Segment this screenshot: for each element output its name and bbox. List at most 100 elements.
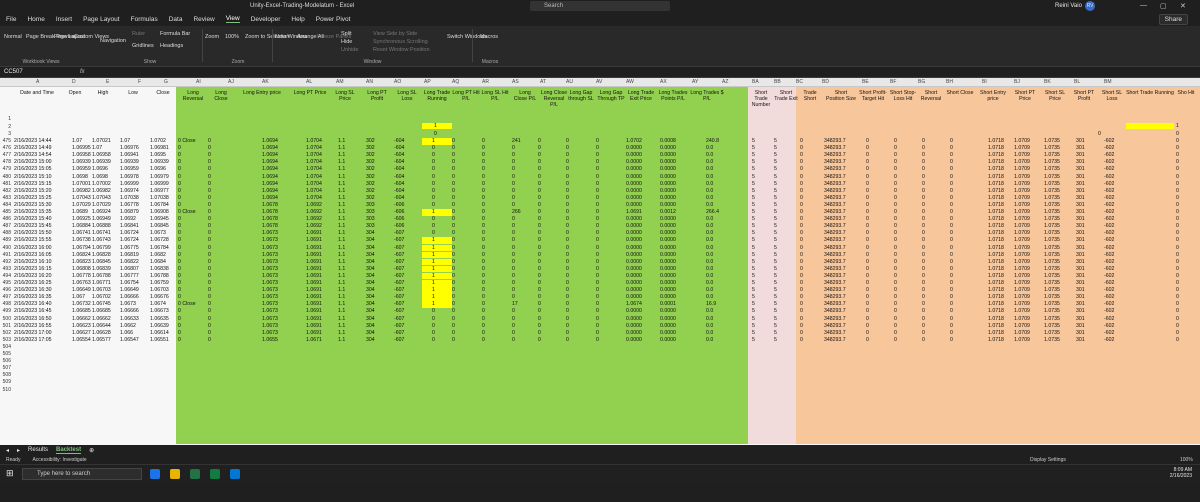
table-cell[interactable]: 5 — [752, 195, 755, 201]
table-cell[interactable]: 1.06925 — [72, 216, 91, 222]
table-cell[interactable]: -602 — [1104, 230, 1114, 236]
table-cell[interactable]: 1.0709 — [1014, 174, 1030, 180]
table-cell[interactable]: 0.0 — [706, 273, 713, 279]
table-cell[interactable]: 1.0694 — [262, 159, 278, 165]
table-cell[interactable]: 348293.7 — [824, 337, 846, 343]
table-cell[interactable]: -602 — [1104, 266, 1114, 272]
column-header[interactable]: BB — [774, 79, 781, 85]
table-cell[interactable]: 0 — [538, 337, 541, 343]
table-cell[interactable]: 0.0 — [706, 152, 713, 158]
table-cell[interactable]: 304 — [366, 323, 375, 329]
table-cell[interactable]: 0 — [566, 237, 569, 243]
table-cell[interactable]: 1.0709 — [1014, 316, 1030, 322]
table-cell[interactable]: 301 — [1076, 323, 1085, 329]
table-cell[interactable]: 304 — [366, 245, 375, 251]
cell[interactable]: 0 — [1098, 131, 1101, 137]
table-cell[interactable]: 1.06724 — [120, 237, 139, 243]
table-cell[interactable]: 1.0678 — [262, 223, 278, 229]
table-cell[interactable]: 5 — [774, 266, 777, 272]
table-cell[interactable]: 0.0000 — [660, 223, 676, 229]
table-cell[interactable]: 1.06799 — [92, 245, 111, 251]
table-cell[interactable]: 0 — [800, 195, 803, 201]
table-cell[interactable]: 0 — [208, 323, 211, 329]
table-cell[interactable]: 301 — [1076, 294, 1085, 300]
table-cell[interactable]: 0 — [866, 202, 869, 208]
menu-help[interactable]: Help — [291, 16, 304, 23]
table-cell[interactable]: 348293.7 — [824, 209, 846, 215]
formula-bar-checkbox[interactable]: Formula Bar — [160, 31, 190, 37]
table-cell[interactable]: 0 — [452, 145, 455, 151]
header-short-trade-running[interactable]: Short Trade Running — [1126, 90, 1174, 96]
macros-button[interactable]: Macros — [480, 34, 498, 40]
table-cell[interactable]: -602 — [1104, 280, 1114, 286]
table-cell[interactable]: 0 — [538, 152, 541, 158]
table-cell[interactable]: 0 — [596, 166, 599, 172]
table-cell[interactable]: 0 — [208, 287, 211, 293]
table-cell[interactable]: 0.0000 — [660, 252, 676, 258]
table-cell[interactable]: 0 — [538, 252, 541, 258]
row-number[interactable]: 496 — [0, 287, 11, 293]
excel-icon[interactable] — [190, 469, 200, 479]
table-cell[interactable]: 1.0735 — [1044, 308, 1060, 314]
column-header[interactable]: BC — [796, 79, 803, 85]
table-cell[interactable]: -602 — [1104, 323, 1114, 329]
table-cell[interactable]: 0 — [866, 308, 869, 314]
table-cell[interactable]: 301 — [1076, 223, 1085, 229]
table-cell[interactable]: 0 — [894, 287, 897, 293]
table-cell[interactable]: 304 — [366, 316, 375, 322]
table-cell[interactable]: 1.06888 — [92, 223, 111, 229]
table-cell[interactable]: 0 — [178, 202, 181, 208]
table-cell[interactable]: 0 — [1176, 181, 1179, 187]
header-long-trade-exit[interactable]: Long Trade Exit Price — [626, 90, 656, 102]
cell[interactable]: 0 — [434, 131, 437, 137]
table-cell[interactable]: 1.1 — [338, 159, 345, 165]
table-cell[interactable]: 1.0718 — [988, 259, 1004, 265]
table-cell[interactable]: 1.0704 — [306, 195, 322, 201]
table-cell[interactable]: 302 — [366, 152, 375, 158]
table-cell[interactable]: 348293.7 — [824, 266, 846, 272]
table-cell[interactable]: 0 — [432, 166, 435, 172]
table-cell[interactable]: 0 — [922, 259, 925, 265]
table-cell[interactable]: 0 — [1176, 174, 1179, 180]
table-cell[interactable]: 0 — [950, 245, 953, 251]
table-cell[interactable]: 0 — [566, 202, 569, 208]
table-cell[interactable]: 1.0735 — [1044, 166, 1060, 172]
table-cell[interactable]: 0 — [538, 188, 541, 194]
table-cell[interactable]: 304 — [366, 294, 375, 300]
table-cell[interactable]: 1.06999 — [150, 181, 169, 187]
table-cell[interactable]: 1.06666 — [120, 308, 139, 314]
table-cell[interactable]: 1.0735 — [1044, 287, 1060, 293]
table-cell[interactable]: 2/16/2023 16:40 — [14, 301, 52, 307]
table-cell[interactable]: 301 — [1076, 259, 1085, 265]
table-cell[interactable]: 0 — [178, 273, 181, 279]
table-cell[interactable]: 304 — [366, 330, 375, 336]
table-cell[interactable]: 0 — [482, 237, 485, 243]
table-cell[interactable]: 348293.7 — [824, 216, 846, 222]
table-cell[interactable]: 301 — [1076, 308, 1085, 314]
table-cell[interactable]: 0.0000 — [626, 259, 642, 265]
table-cell[interactable]: 1.0704 — [306, 174, 322, 180]
table-cell[interactable]: 1.06995 — [72, 145, 91, 151]
table-cell[interactable]: 1.06908 — [150, 209, 169, 215]
table-cell[interactable]: 1.0694 — [262, 195, 278, 201]
user-name[interactable]: Reini Vaio — [1055, 3, 1082, 9]
table-cell[interactable]: 0 — [894, 308, 897, 314]
column-header[interactable]: BA — [752, 79, 759, 85]
table-cell[interactable]: 1.0691 — [306, 301, 322, 307]
table-cell[interactable]: 1.0692 — [120, 216, 136, 222]
table-cell[interactable]: 303 — [366, 216, 375, 222]
table-cell[interactable]: 5 — [752, 202, 755, 208]
header-short-close[interactable]: Short Close — [946, 90, 974, 96]
table-cell[interactable]: -602 — [1104, 188, 1114, 194]
table-cell[interactable]: 1.0709 — [1014, 230, 1030, 236]
table-cell[interactable]: 0 — [482, 330, 485, 336]
table-cell[interactable]: 0 — [482, 245, 485, 251]
table-cell[interactable]: 1.0735 — [1044, 252, 1060, 258]
table-cell[interactable]: 2/16/2023 17:05 — [14, 337, 52, 343]
table-cell[interactable]: 1.06828 — [92, 252, 111, 258]
table-cell[interactable]: 0 — [452, 245, 455, 251]
table-cell[interactable]: -607 — [394, 252, 404, 258]
table-cell[interactable]: 0 — [566, 337, 569, 343]
table-cell[interactable]: 301 — [1076, 166, 1085, 172]
table-cell[interactable]: 0 — [800, 166, 803, 172]
